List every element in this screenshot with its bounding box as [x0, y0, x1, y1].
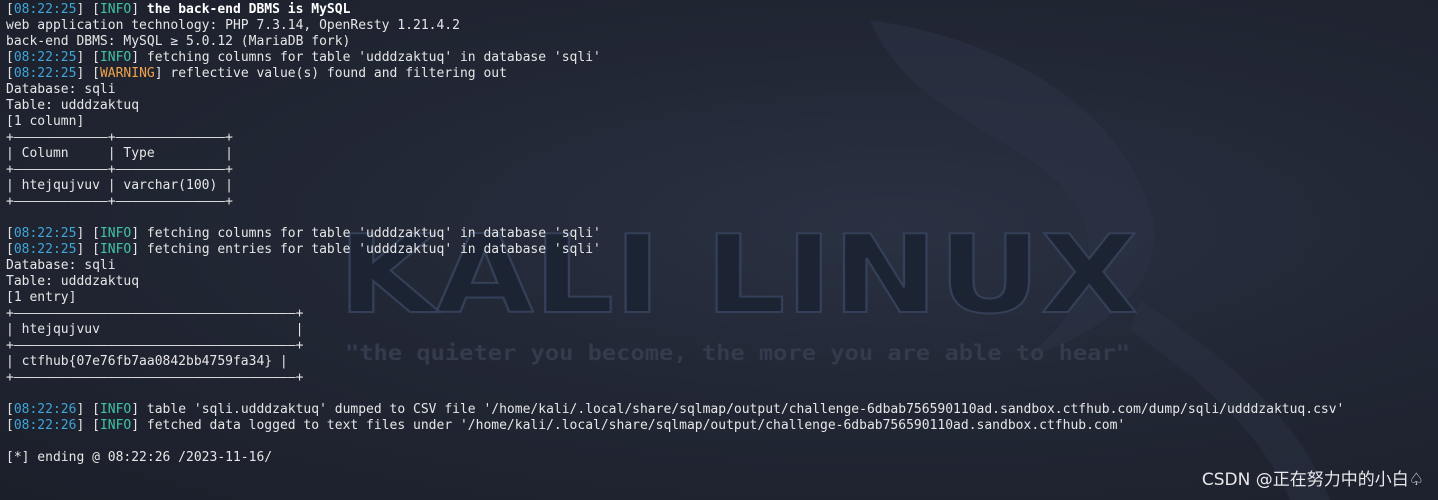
terminal-text: ] [: [76, 242, 100, 257]
terminal-text: ] [: [76, 418, 100, 433]
terminal-text: INFO: [99, 402, 132, 417]
terminal-line: +————————————+——————————————+: [6, 194, 1344, 210]
terminal-line: [08:22:25] [INFO] fetching columns for t…: [6, 226, 1344, 242]
terminal-text: ] fetching columns for table 'udddzaktuq…: [131, 226, 601, 241]
terminal-text: ] fetching columns for table 'udddzaktuq…: [131, 50, 601, 65]
terminal-line: Database: sqli: [6, 82, 1344, 98]
terminal-text: Table: udddzaktuq: [6, 98, 140, 113]
terminal-text: ]: [131, 2, 147, 17]
terminal-line: +————————————+——————————————+: [6, 130, 1344, 146]
terminal-text: 08:22:25: [13, 66, 77, 81]
terminal-line: [08:22:26] [INFO] table 'sqli.udddzaktuq…: [6, 402, 1344, 418]
terminal-line: +————————————————————————————————————+: [6, 338, 1344, 354]
terminal-text: [1 column]: [6, 114, 85, 129]
terminal-text: | htejqujvuv |: [6, 322, 304, 337]
terminal-line: [08:22:25] [WARNING] reflective value(s)…: [6, 66, 1344, 82]
terminal-text: | htejqujvuv | varchar(100) |: [6, 178, 233, 193]
terminal-line: Database: sqli: [6, 258, 1344, 274]
terminal-text: +————————————+——————————————+: [6, 194, 233, 209]
terminal-text: ] [: [76, 402, 100, 417]
terminal-text: ] [: [76, 226, 100, 241]
terminal-text: Database: sqli: [6, 258, 116, 273]
terminal-text: 08:22:26: [13, 402, 77, 417]
terminal-line: | ctfhub{07e76fb7aa0842bb4759fa34} |: [6, 354, 1344, 370]
terminal-line: Table: udddzaktuq: [6, 274, 1344, 290]
terminal-line: [1 entry]: [6, 290, 1344, 306]
terminal-line: +————————————+——————————————+: [6, 162, 1344, 178]
terminal-text: +————————————+——————————————+: [6, 162, 233, 177]
terminal-text: INFO: [99, 2, 132, 17]
terminal-text: [: [6, 50, 14, 65]
terminal-text: ] reflective value(s) found and filterin…: [154, 66, 507, 81]
terminal-line: [08:22:25] [INFO] the back-end DBMS is M…: [6, 2, 1344, 18]
terminal-window[interactable]: KALI LINUX "the quieter you become, the …: [0, 0, 1438, 500]
terminal-text: ] fetching entries for table 'udddzaktuq…: [131, 242, 601, 257]
terminal-text: INFO: [99, 242, 132, 257]
terminal-text: WARNING: [99, 66, 155, 81]
terminal-text: +————————————+——————————————+: [6, 130, 233, 145]
terminal-text: INFO: [99, 418, 132, 433]
terminal-text: ] [: [76, 50, 100, 65]
terminal-line: [08:22:25] [INFO] fetching entries for t…: [6, 242, 1344, 258]
terminal-text: the back-end DBMS is MySQL: [146, 2, 351, 17]
terminal-text: Database: sqli: [6, 82, 116, 97]
terminal-text: 08:22:25: [13, 226, 77, 241]
terminal-text: INFO: [99, 50, 132, 65]
terminal-text: 08:22:25: [13, 242, 77, 257]
terminal-text: [: [6, 242, 14, 257]
terminal-text: +————————————————————————————————————+: [6, 338, 304, 353]
terminal-line: back-end DBMS: MySQL ≥ 5.0.12 (MariaDB f…: [6, 34, 1344, 50]
csdn-watermark: CSDN @正在努力中的小白♤: [1201, 470, 1424, 490]
terminal-text: +————————————————————————————————————+: [6, 370, 304, 385]
terminal-text: [: [6, 66, 14, 81]
terminal-text: [: [6, 2, 14, 17]
terminal-text: ] [: [76, 2, 100, 17]
terminal-text: +————————————————————————————————————+: [6, 306, 304, 321]
terminal-line: [*] ending @ 08:22:26 /2023-11-16/: [6, 450, 1344, 466]
terminal-text: [*] ending @ 08:22:26 /2023-11-16/: [6, 450, 273, 465]
terminal-line: | htejqujvuv | varchar(100) |: [6, 178, 1344, 194]
terminal-line: [1 column]: [6, 114, 1344, 130]
terminal-line: [08:22:25] [INFO] fetching columns for t…: [6, 50, 1344, 66]
terminal-text: ] table 'sqli.udddzaktuq' dumped to CSV …: [131, 402, 1345, 417]
terminal-text: 08:22:25: [13, 50, 77, 65]
terminal-line: [08:22:26] [INFO] fetched data logged to…: [6, 418, 1344, 434]
terminal-text: Table: udddzaktuq: [6, 274, 140, 289]
terminal-text: [: [6, 226, 14, 241]
terminal-line: web application technology: PHP 7.3.14, …: [6, 18, 1344, 34]
terminal-line: +————————————————————————————————————+: [6, 306, 1344, 322]
terminal-line: +————————————————————————————————————+: [6, 370, 1344, 386]
terminal-line: Table: udddzaktuq: [6, 98, 1344, 114]
terminal-text: 08:22:25: [13, 2, 77, 17]
terminal-line: | Column | Type |: [6, 146, 1344, 162]
terminal-text: ] [: [76, 66, 100, 81]
terminal-text: [: [6, 402, 14, 417]
terminal-text: | ctfhub{07e76fb7aa0842bb4759fa34} |: [6, 354, 288, 369]
terminal-text: INFO: [99, 226, 132, 241]
terminal-output: [08:22:25] [INFO] the back-end DBMS is M…: [6, 2, 1344, 466]
terminal-text: web application technology: PHP 7.3.14, …: [6, 18, 460, 33]
terminal-text: 08:22:26: [13, 418, 77, 433]
terminal-line: | htejqujvuv |: [6, 322, 1344, 338]
terminal-text: ] fetched data logged to text files unde…: [131, 418, 1126, 433]
terminal-text: | Column | Type |: [6, 146, 233, 161]
terminal-text: back-end DBMS: MySQL ≥ 5.0.12 (MariaDB f…: [6, 34, 351, 49]
terminal-text: [1 entry]: [6, 290, 77, 305]
terminal-text: [: [6, 418, 14, 433]
